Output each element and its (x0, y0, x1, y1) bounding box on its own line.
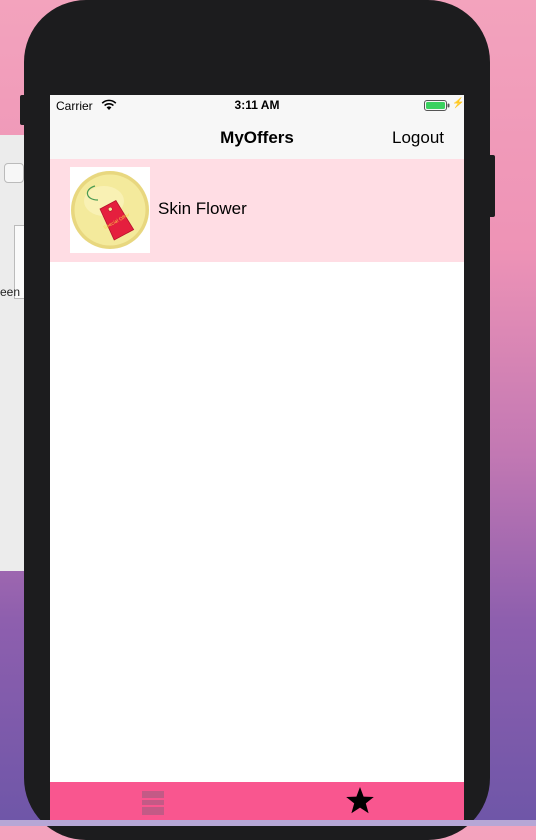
phone-side-button-left (20, 95, 26, 125)
list-icon (142, 791, 164, 815)
status-time: 3:11 AM (234, 98, 280, 112)
app-screen: Carrier 3:11 AM ⚡ MyOffers Logout Specia… (50, 95, 464, 826)
tab-offers[interactable] (345, 785, 375, 817)
phone-side-button-right (488, 155, 495, 217)
offer-tag-icon: Special Offer (70, 167, 150, 253)
logout-button[interactable]: Logout (392, 128, 444, 148)
tab-list[interactable] (140, 789, 166, 817)
background-window: een S (0, 135, 31, 571)
offer-label: Skin Flower (158, 199, 247, 218)
offer-list-item[interactable]: Special Offer Skin Flower (50, 159, 464, 262)
status-bar: Carrier 3:11 AM ⚡ (50, 95, 464, 115)
charging-bolt-icon: ⚡ (452, 98, 464, 109)
background-window-control (4, 163, 24, 183)
desktop-bottom-strip (0, 820, 536, 826)
star-icon (346, 787, 374, 814)
navigation-bar: MyOffers Logout (50, 115, 464, 159)
battery-icon (424, 100, 450, 114)
